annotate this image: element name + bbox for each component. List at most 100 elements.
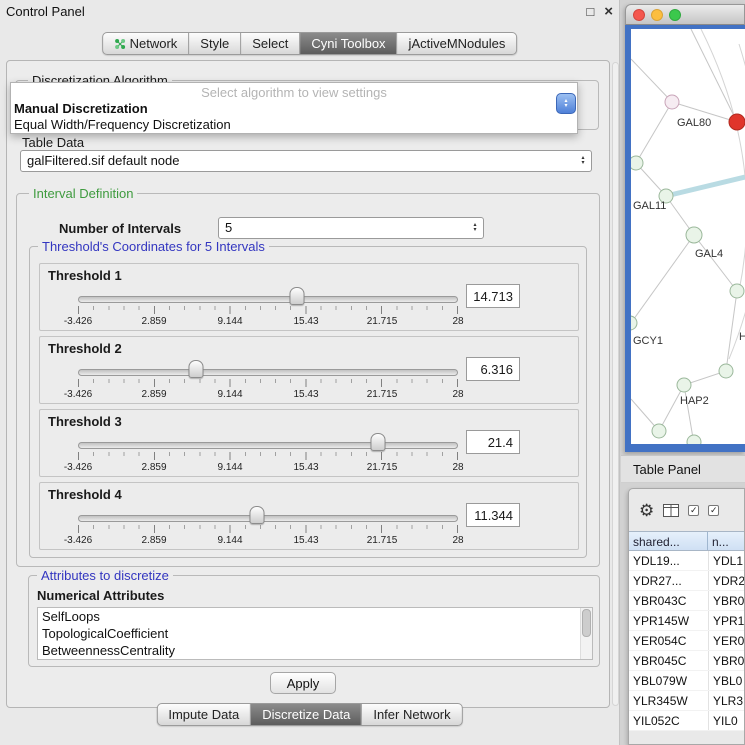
popup-option-manual-discretization[interactable]: Manual Discretization xyxy=(11,100,577,116)
thick-edge xyxy=(666,177,745,196)
numerical-attributes-list[interactable]: SelfLoops TopologicalCoefficient Between… xyxy=(37,607,593,660)
tab-label: Infer Network xyxy=(373,707,450,722)
attributes-group: Attributes to discretize Numerical Attri… xyxy=(28,575,600,667)
combo-stepper-icon: ▴▾ xyxy=(467,223,483,233)
network-node xyxy=(677,378,691,392)
slider-tick-labels: -3.426 2.859 9.144 15.43 21.715 28 xyxy=(78,389,458,401)
slider-track[interactable] xyxy=(78,296,458,303)
minimize-traffic-light[interactable] xyxy=(651,9,663,21)
tab-infer-network[interactable]: Infer Network xyxy=(361,704,461,725)
tab-label: jActiveMNodules xyxy=(409,36,506,51)
tab-jactivemodules[interactable]: jActiveMNodules xyxy=(397,33,517,54)
network-node xyxy=(631,156,643,170)
slider-thumb[interactable] xyxy=(249,506,264,524)
tab-network[interactable]: Network xyxy=(103,33,189,54)
top-tab-bar: Network Style Select Cyni Toolbox jActiv… xyxy=(102,32,518,55)
network-nodes xyxy=(631,95,745,444)
tab-label: Discretize Data xyxy=(262,707,350,722)
apply-button[interactable]: Apply xyxy=(270,672,336,694)
close-traffic-light[interactable] xyxy=(633,9,645,21)
tab-impute-data[interactable]: Impute Data xyxy=(157,704,250,725)
table-row[interactable]: YLR345WYLR3 xyxy=(629,691,744,711)
control-panel-window: Control Panel □ × Network Style Select xyxy=(0,0,620,745)
slider-track[interactable] xyxy=(78,442,458,449)
settings-gear-icon[interactable]: ⚙ xyxy=(639,502,654,519)
slider-thumb[interactable] xyxy=(188,360,203,378)
select-checkbox-icon[interactable]: ✓ xyxy=(708,505,719,516)
column-header-name[interactable]: n... xyxy=(708,532,744,550)
table-row[interactable]: YDR27...YDR2 xyxy=(629,571,744,591)
node-label-gal11: GAL11 xyxy=(633,200,666,212)
threshold-panel-3: Threshold 3 -3.426 2.859 9.144 15.43 21.… xyxy=(39,409,579,477)
table-row[interactable]: YIL052CYIL0 xyxy=(629,711,744,731)
slider-track[interactable] xyxy=(78,369,458,376)
select-checkbox-icon[interactable]: ✓ xyxy=(688,505,699,516)
threshold-slider[interactable]: -3.426 2.859 9.144 15.43 21.715 28 xyxy=(78,286,458,330)
algorithm-combo-stepper[interactable]: ▴ ▾ xyxy=(556,93,576,114)
tab-label: Cyni Toolbox xyxy=(311,36,385,51)
threshold-value-field[interactable]: 14.713 xyxy=(466,284,520,308)
slider-ticks xyxy=(78,452,458,460)
network-canvas[interactable]: GAL80 GAL11 GAL4 GCY1 HAP2 H xyxy=(631,29,745,444)
columns-icon[interactable] xyxy=(663,504,679,517)
table-row[interactable]: YBR043CYBR0 xyxy=(629,591,744,611)
list-item[interactable]: SelfLoops xyxy=(38,608,592,625)
panel-scrollbar[interactable] xyxy=(612,62,619,706)
threshold-label: Threshold 3 xyxy=(48,414,122,429)
node-label-hap2: HAP2 xyxy=(680,395,709,407)
bottom-tab-bar: Impute Data Discretize Data Infer Networ… xyxy=(156,703,462,726)
slider-thumb[interactable] xyxy=(290,287,305,305)
tab-label: Impute Data xyxy=(168,707,239,722)
network-view-window: GAL80 GAL11 GAL4 GCY1 HAP2 H xyxy=(625,4,745,452)
network-icon xyxy=(114,38,126,50)
tab-style[interactable]: Style xyxy=(188,33,240,54)
stepper-down-icon: ▾ xyxy=(564,104,567,109)
panel-title: Control Panel xyxy=(6,4,85,19)
slider-track[interactable] xyxy=(78,515,458,522)
node-label-partial: H xyxy=(739,331,745,343)
table-data-combo[interactable]: galFiltered.sif default node ▴▾ xyxy=(20,150,592,172)
network-window-titlebar[interactable] xyxy=(625,4,745,25)
list-item[interactable]: TopologicalCoefficient xyxy=(38,625,592,642)
network-node xyxy=(687,435,701,444)
number-of-intervals-combo[interactable]: 5 ▴▾ xyxy=(218,217,484,239)
slider-ticks xyxy=(78,525,458,533)
threshold-label: Threshold 2 xyxy=(48,341,122,356)
threshold-slider[interactable]: -3.426 2.859 9.144 15.43 21.715 28 xyxy=(78,505,458,549)
table-header-row: shared... n... xyxy=(629,531,744,551)
threshold-slider[interactable]: -3.426 2.859 9.144 15.43 21.715 28 xyxy=(78,432,458,476)
zoom-traffic-light[interactable] xyxy=(669,9,681,21)
interval-definition-group: Interval Definition Number of Intervals … xyxy=(16,193,600,567)
slider-tick-labels: -3.426 2.859 9.144 15.43 21.715 28 xyxy=(78,462,458,474)
scrollbar-thumb[interactable] xyxy=(582,609,591,637)
table-row[interactable]: YBL079WYBL0 xyxy=(629,671,744,691)
threshold-value-field[interactable]: 21.4 xyxy=(466,430,520,454)
column-header-shared[interactable]: shared... xyxy=(629,532,708,550)
table-data-label: Table Data xyxy=(22,135,84,150)
network-node xyxy=(686,227,702,243)
tab-select[interactable]: Select xyxy=(240,33,299,54)
threshold-value-field[interactable]: 6.316 xyxy=(466,357,520,381)
network-view-frame: GAL80 GAL11 GAL4 GCY1 HAP2 H xyxy=(625,25,745,452)
thresholds-group: Threshold's Coordinates for 5 Intervals … xyxy=(29,246,587,558)
table-row[interactable]: YER054CYER0 xyxy=(629,631,744,651)
threshold-value-field[interactable]: 11.344 xyxy=(466,503,520,527)
group-title: Attributes to discretize xyxy=(37,568,173,583)
tab-discretize-data[interactable]: Discretize Data xyxy=(250,704,361,725)
list-item[interactable]: BetweennessCentrality xyxy=(38,642,592,659)
table-row[interactable]: YBR045CYBR0 xyxy=(629,651,744,671)
table-row[interactable]: YDL19...YDL1 xyxy=(629,551,744,571)
list-scrollbar[interactable] xyxy=(580,608,592,659)
table-row[interactable]: YPR145WYPR1 xyxy=(629,611,744,631)
tab-cyni-toolbox[interactable]: Cyni Toolbox xyxy=(299,33,396,54)
float-panel-icon[interactable]: □ xyxy=(586,4,594,19)
close-icon[interactable]: × xyxy=(604,3,613,20)
table-toolbar: ⚙ ✓ ✓ xyxy=(629,489,744,531)
popup-option-equal-width[interactable]: Equal Width/Frequency Discretization xyxy=(11,116,577,132)
network-node xyxy=(631,316,637,330)
numerical-attributes-label: Numerical Attributes xyxy=(37,588,164,603)
threshold-slider[interactable]: -3.426 2.859 9.144 15.43 21.715 28 xyxy=(78,359,458,403)
network-node xyxy=(652,424,666,438)
slider-tick-labels: -3.426 2.859 9.144 15.43 21.715 28 xyxy=(78,316,458,328)
slider-thumb[interactable] xyxy=(371,433,386,451)
